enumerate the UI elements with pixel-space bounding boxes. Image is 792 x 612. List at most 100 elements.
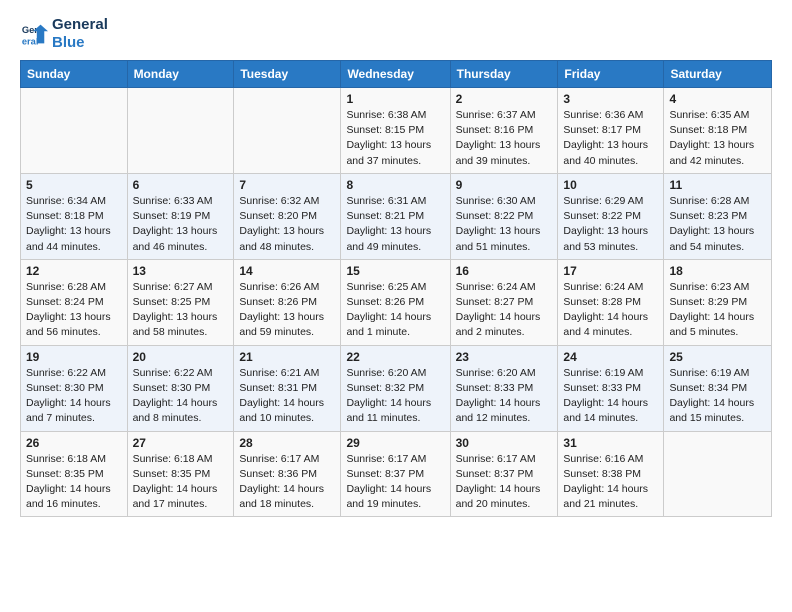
- day-info: Sunrise: 6:29 AM Sunset: 8:22 PM Dayligh…: [563, 194, 658, 255]
- day-info: Sunrise: 6:31 AM Sunset: 8:21 PM Dayligh…: [346, 194, 444, 255]
- day-number: 29: [346, 436, 444, 450]
- day-cell: 20 Sunrise: 6:22 AM Sunset: 8:30 PM Dayli…: [127, 345, 234, 431]
- day-cell: 26 Sunrise: 6:18 AM Sunset: 8:35 PM Dayli…: [21, 431, 128, 517]
- day-cell: 12 Sunrise: 6:28 AM Sunset: 8:24 PM Dayli…: [21, 259, 128, 345]
- day-info: Sunrise: 6:17 AM Sunset: 8:36 PM Dayligh…: [239, 452, 335, 513]
- day-cell: 24 Sunrise: 6:19 AM Sunset: 8:33 PM Dayli…: [558, 345, 664, 431]
- header-thursday: Thursday: [450, 61, 558, 88]
- day-info: Sunrise: 6:38 AM Sunset: 8:15 PM Dayligh…: [346, 108, 444, 169]
- logo-text: General Blue: [52, 16, 108, 52]
- day-number: 25: [669, 350, 766, 364]
- day-info: Sunrise: 6:23 AM Sunset: 8:29 PM Dayligh…: [669, 280, 766, 341]
- day-number: 2: [456, 92, 553, 106]
- day-cell: 25 Sunrise: 6:19 AM Sunset: 8:34 PM Dayli…: [664, 345, 772, 431]
- day-number: 7: [239, 178, 335, 192]
- day-cell: 3 Sunrise: 6:36 AM Sunset: 8:17 PM Daylig…: [558, 88, 664, 174]
- day-cell: 4 Sunrise: 6:35 AM Sunset: 8:18 PM Daylig…: [664, 88, 772, 174]
- week-row-3: 19 Sunrise: 6:22 AM Sunset: 8:30 PM Dayli…: [21, 345, 772, 431]
- day-info: Sunrise: 6:20 AM Sunset: 8:32 PM Dayligh…: [346, 366, 444, 427]
- day-number: 23: [456, 350, 553, 364]
- day-info: Sunrise: 6:18 AM Sunset: 8:35 PM Dayligh…: [133, 452, 229, 513]
- day-info: Sunrise: 6:24 AM Sunset: 8:27 PM Dayligh…: [456, 280, 553, 341]
- day-info: Sunrise: 6:19 AM Sunset: 8:34 PM Dayligh…: [669, 366, 766, 427]
- header-wednesday: Wednesday: [341, 61, 450, 88]
- day-cell: 27 Sunrise: 6:18 AM Sunset: 8:35 PM Dayli…: [127, 431, 234, 517]
- day-cell: 8 Sunrise: 6:31 AM Sunset: 8:21 PM Daylig…: [341, 173, 450, 259]
- day-number: 28: [239, 436, 335, 450]
- day-cell: 21Sunrise: 6:21 AM Sunset: 8:31 PM Dayli…: [234, 345, 341, 431]
- day-info: Sunrise: 6:28 AM Sunset: 8:23 PM Dayligh…: [669, 194, 766, 255]
- day-info: Sunrise: 6:26 AM Sunset: 8:26 PM Dayligh…: [239, 280, 335, 341]
- day-info: Sunrise: 6:17 AM Sunset: 8:37 PM Dayligh…: [346, 452, 444, 513]
- day-cell: 9Sunrise: 6:30 AM Sunset: 8:22 PM Daylig…: [450, 173, 558, 259]
- day-cell: [664, 431, 772, 517]
- day-cell: 17Sunrise: 6:24 AM Sunset: 8:28 PM Dayli…: [558, 259, 664, 345]
- day-cell: 15 Sunrise: 6:25 AM Sunset: 8:26 PM Dayli…: [341, 259, 450, 345]
- week-row-0: 1 Sunrise: 6:38 AM Sunset: 8:15 PM Daylig…: [21, 88, 772, 174]
- day-cell: 7 Sunrise: 6:32 AM Sunset: 8:20 PM Daylig…: [234, 173, 341, 259]
- day-info: Sunrise: 6:32 AM Sunset: 8:20 PM Dayligh…: [239, 194, 335, 255]
- day-info: Sunrise: 6:25 AM Sunset: 8:26 PM Dayligh…: [346, 280, 444, 341]
- day-info: Sunrise: 6:34 AM Sunset: 8:18 PM Dayligh…: [26, 194, 122, 255]
- day-info: Sunrise: 6:18 AM Sunset: 8:35 PM Dayligh…: [26, 452, 122, 513]
- day-info: Sunrise: 6:16 AM Sunset: 8:38 PM Dayligh…: [563, 452, 658, 513]
- day-number: 20: [133, 350, 229, 364]
- header-tuesday: Tuesday: [234, 61, 341, 88]
- day-info: Sunrise: 6:22 AM Sunset: 8:30 PM Dayligh…: [26, 366, 122, 427]
- day-info: Sunrise: 6:20 AM Sunset: 8:33 PM Dayligh…: [456, 366, 553, 427]
- day-number: 6: [133, 178, 229, 192]
- day-number: 14: [239, 264, 335, 278]
- day-number: 31: [563, 436, 658, 450]
- day-cell: 13Sunrise: 6:27 AM Sunset: 8:25 PM Dayli…: [127, 259, 234, 345]
- day-number: 22: [346, 350, 444, 364]
- day-cell: 31 Sunrise: 6:16 AM Sunset: 8:38 PM Dayli…: [558, 431, 664, 517]
- day-cell: 16Sunrise: 6:24 AM Sunset: 8:27 PM Dayli…: [450, 259, 558, 345]
- day-number: 11: [669, 178, 766, 192]
- day-cell: 30Sunrise: 6:17 AM Sunset: 8:37 PM Dayli…: [450, 431, 558, 517]
- day-cell: 18Sunrise: 6:23 AM Sunset: 8:29 PM Dayli…: [664, 259, 772, 345]
- day-info: Sunrise: 6:19 AM Sunset: 8:33 PM Dayligh…: [563, 366, 658, 427]
- week-row-2: 12 Sunrise: 6:28 AM Sunset: 8:24 PM Dayli…: [21, 259, 772, 345]
- day-number: 3: [563, 92, 658, 106]
- calendar-table: SundayMondayTuesdayWednesdayThursdayFrid…: [20, 60, 772, 517]
- header-sunday: Sunday: [21, 61, 128, 88]
- day-cell: 6 Sunrise: 6:33 AM Sunset: 8:19 PM Daylig…: [127, 173, 234, 259]
- day-number: 15: [346, 264, 444, 278]
- day-number: 27: [133, 436, 229, 450]
- page-header: Gen eral General Blue: [20, 16, 772, 52]
- day-info: Sunrise: 6:22 AM Sunset: 8:30 PM Dayligh…: [133, 366, 229, 427]
- day-info: Sunrise: 6:28 AM Sunset: 8:24 PM Dayligh…: [26, 280, 122, 341]
- header-saturday: Saturday: [664, 61, 772, 88]
- day-number: 10: [563, 178, 658, 192]
- day-info: Sunrise: 6:37 AM Sunset: 8:16 PM Dayligh…: [456, 108, 553, 169]
- day-cell: 2 Sunrise: 6:37 AM Sunset: 8:16 PM Daylig…: [450, 88, 558, 174]
- day-cell: 29 Sunrise: 6:17 AM Sunset: 8:37 PM Dayli…: [341, 431, 450, 517]
- day-info: Sunrise: 6:35 AM Sunset: 8:18 PM Dayligh…: [669, 108, 766, 169]
- week-row-4: 26 Sunrise: 6:18 AM Sunset: 8:35 PM Dayli…: [21, 431, 772, 517]
- day-number: 17: [563, 264, 658, 278]
- day-number: 12: [26, 264, 122, 278]
- day-cell: 11 Sunrise: 6:28 AM Sunset: 8:23 PM Dayli…: [664, 173, 772, 259]
- header-monday: Monday: [127, 61, 234, 88]
- svg-text:eral: eral: [22, 36, 39, 46]
- day-number: 8: [346, 178, 444, 192]
- day-info: Sunrise: 6:36 AM Sunset: 8:17 PM Dayligh…: [563, 108, 658, 169]
- day-number: 19: [26, 350, 122, 364]
- day-info: Sunrise: 6:27 AM Sunset: 8:25 PM Dayligh…: [133, 280, 229, 341]
- header-row: SundayMondayTuesdayWednesdayThursdayFrid…: [21, 61, 772, 88]
- day-info: Sunrise: 6:17 AM Sunset: 8:37 PM Dayligh…: [456, 452, 553, 513]
- header-friday: Friday: [558, 61, 664, 88]
- day-number: 24: [563, 350, 658, 364]
- day-info: Sunrise: 6:33 AM Sunset: 8:19 PM Dayligh…: [133, 194, 229, 255]
- day-number: 1: [346, 92, 444, 106]
- week-row-1: 5Sunrise: 6:34 AM Sunset: 8:18 PM Daylig…: [21, 173, 772, 259]
- day-info: Sunrise: 6:30 AM Sunset: 8:22 PM Dayligh…: [456, 194, 553, 255]
- day-cell: 19 Sunrise: 6:22 AM Sunset: 8:30 PM Dayli…: [21, 345, 128, 431]
- day-cell: 14 Sunrise: 6:26 AM Sunset: 8:26 PM Dayli…: [234, 259, 341, 345]
- day-info: Sunrise: 6:21 AM Sunset: 8:31 PM Dayligh…: [239, 366, 335, 427]
- day-number: 4: [669, 92, 766, 106]
- day-number: 26: [26, 436, 122, 450]
- day-cell: 28 Sunrise: 6:17 AM Sunset: 8:36 PM Dayli…: [234, 431, 341, 517]
- logo-icon: Gen eral: [20, 20, 48, 48]
- day-cell: [234, 88, 341, 174]
